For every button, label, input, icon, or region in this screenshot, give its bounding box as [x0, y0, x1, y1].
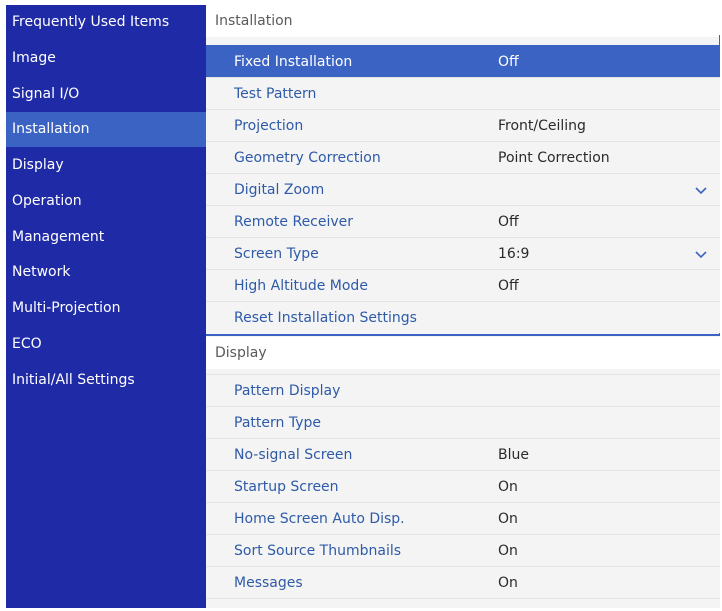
row-value: On: [498, 511, 518, 527]
sidebar-item-frequently-used-items[interactable]: Frequently Used Items: [6, 5, 206, 40]
row-label: Home Screen Auto Disp.: [234, 511, 405, 527]
menu-row-geometry-correction[interactable]: Geometry Correction Point Correction: [206, 141, 720, 173]
row-value: Point Correction: [498, 150, 610, 166]
sidebar-item-display[interactable]: Display: [6, 148, 206, 183]
menu-row-messages[interactable]: Messages On: [206, 566, 720, 598]
row-label: No-signal Screen: [234, 447, 353, 463]
sidebar-item-initial-all-settings[interactable]: Initial/All Settings: [6, 363, 206, 398]
menu-row-pattern-display[interactable]: Pattern Display: [206, 374, 720, 406]
row-value: On: [498, 575, 518, 591]
settings-panel: Installation Fixed Installation Off Test…: [206, 5, 720, 608]
menu-row-remote-receiver[interactable]: Remote Receiver Off: [206, 205, 720, 237]
menu-row-fixed-installation[interactable]: Fixed Installation Off: [206, 45, 720, 77]
menu-row-projection[interactable]: Projection Front/Ceiling: [206, 109, 720, 141]
row-value: Blue: [498, 447, 529, 463]
row-label: Messages: [234, 575, 303, 591]
row-label: High Altitude Mode: [234, 278, 368, 294]
sidebar-item-network[interactable]: Network: [6, 255, 206, 290]
row-label: Test Pattern: [234, 86, 317, 102]
sidebar-item-management[interactable]: Management: [6, 220, 206, 255]
projector-menu: Frequently Used Items Image Signal I/O I…: [6, 5, 720, 608]
row-value: On: [498, 543, 518, 559]
row-value: Off: [498, 54, 519, 70]
chevron-down-icon[interactable]: [694, 183, 708, 197]
section-title-installation: Installation: [206, 5, 720, 37]
row-label: Remote Receiver: [234, 214, 354, 230]
row-label: Digital Zoom: [234, 182, 325, 198]
row-value: Front/Ceiling: [498, 118, 586, 134]
row-value: Off: [498, 214, 519, 230]
row-value: On: [498, 479, 518, 495]
section-divider: [206, 334, 720, 336]
menu-row-home-screen-auto-disp[interactable]: Home Screen Auto Disp. On: [206, 502, 720, 534]
row-label: Pattern Type: [234, 415, 321, 431]
menu-row-menu-rotation[interactable]: Menu Rotation Off: [206, 598, 720, 608]
row-label: Screen Type: [234, 246, 319, 262]
menu-row-startup-screen[interactable]: Startup Screen On: [206, 470, 720, 502]
sidebar-item-image[interactable]: Image: [6, 41, 206, 76]
row-label: Startup Screen: [234, 479, 339, 495]
row-value: Off: [498, 599, 519, 608]
section-title-display: Display: [206, 337, 720, 369]
row-value: 16:9: [498, 246, 530, 262]
row-label: Reset Installation Settings: [234, 310, 417, 326]
sidebar-item-multi-projection[interactable]: Multi-Projection: [6, 291, 206, 326]
sidebar-item-eco[interactable]: ECO: [6, 327, 206, 362]
menu-row-reset-installation-settings[interactable]: Reset Installation Settings: [206, 301, 720, 333]
menu-row-screen-type[interactable]: Screen Type 16:9: [206, 237, 720, 269]
sidebar-item-installation[interactable]: Installation: [6, 112, 206, 147]
chevron-down-icon[interactable]: [694, 247, 708, 261]
sidebar: Frequently Used Items Image Signal I/O I…: [6, 5, 206, 608]
row-label: Geometry Correction: [234, 150, 381, 166]
menu-row-sort-source-thumbnails[interactable]: Sort Source Thumbnails On: [206, 534, 720, 566]
row-label: Pattern Display: [234, 383, 341, 399]
menu-row-pattern-type[interactable]: Pattern Type: [206, 406, 720, 438]
row-label: Fixed Installation: [234, 54, 353, 70]
menu-row-high-altitude-mode[interactable]: High Altitude Mode Off: [206, 269, 720, 301]
sidebar-item-operation[interactable]: Operation: [6, 184, 206, 219]
menu-row-no-signal-screen[interactable]: No-signal Screen Blue: [206, 438, 720, 470]
row-label: Projection: [234, 118, 304, 134]
row-value: Off: [498, 278, 519, 294]
row-label: Menu Rotation: [234, 599, 335, 608]
row-label: Sort Source Thumbnails: [234, 543, 402, 559]
menu-row-digital-zoom[interactable]: Digital Zoom: [206, 173, 720, 205]
sidebar-item-signal-io[interactable]: Signal I/O: [6, 77, 206, 112]
menu-row-test-pattern[interactable]: Test Pattern: [206, 77, 720, 109]
